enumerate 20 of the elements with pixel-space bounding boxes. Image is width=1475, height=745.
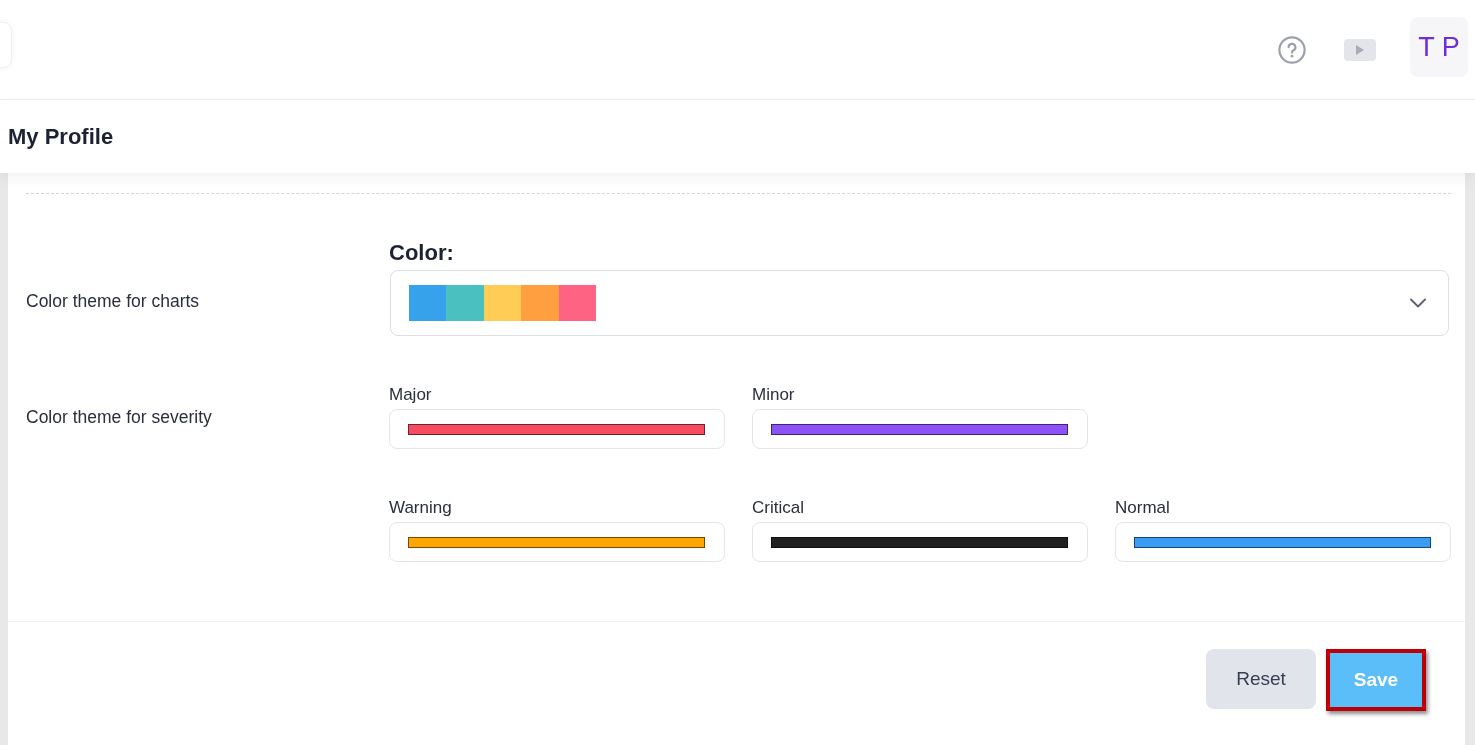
color-picker-field[interactable]: [389, 409, 725, 449]
play-icon: [1356, 44, 1364, 55]
setting-label: Color theme for charts: [26, 290, 201, 312]
color-picker-field[interactable]: [752, 409, 1088, 449]
severity-label: Major: [389, 385, 433, 405]
severity-label: Normal: [1115, 498, 1171, 518]
color-picker-field[interactable]: [1115, 522, 1451, 562]
color-heading: Color:: [389, 240, 455, 266]
color-picker-field[interactable]: [389, 522, 725, 562]
color-theme-dropdown[interactable]: [390, 270, 1449, 336]
severity-label: Critical: [752, 498, 805, 518]
page-title: My Profile: [8, 123, 114, 150]
reset-button[interactable]: Reset: [1206, 649, 1316, 709]
help-icon[interactable]: [1278, 35, 1306, 64]
severity-label: Warning: [389, 498, 453, 518]
chevron-down-icon: [1410, 298, 1426, 308]
avatar[interactable]: T P: [1410, 17, 1468, 77]
color-picker-field[interactable]: [752, 522, 1088, 562]
severity-label: Minor: [752, 385, 796, 405]
setting-label: Color theme for severity: [26, 406, 213, 428]
